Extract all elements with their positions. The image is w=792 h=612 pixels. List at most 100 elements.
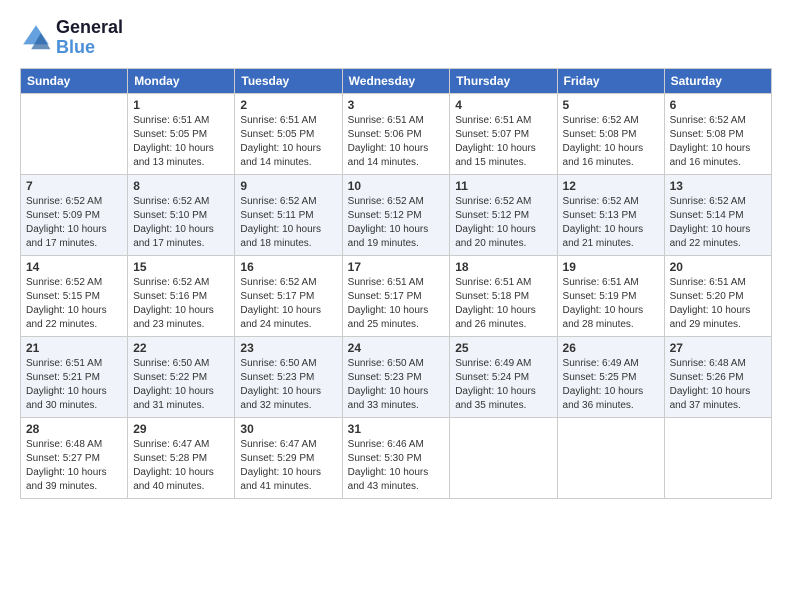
day-number: 31 [348, 422, 445, 436]
day-number: 16 [240, 260, 336, 274]
day-info: Sunrise: 6:52 AM Sunset: 5:08 PM Dayligh… [670, 114, 766, 170]
day-info: Sunrise: 6:47 AM Sunset: 5:28 PM Dayligh… [133, 438, 229, 494]
day-info: Sunrise: 6:52 AM Sunset: 5:17 PM Dayligh… [240, 276, 336, 332]
calendar-cell: 18 Sunrise: 6:51 AM Sunset: 5:18 PM Dayli… [450, 255, 557, 336]
calendar-cell [557, 417, 664, 498]
calendar-cell: 1 Sunrise: 6:51 AM Sunset: 5:05 PM Daylig… [128, 93, 235, 174]
day-info: Sunrise: 6:48 AM Sunset: 5:27 PM Dayligh… [26, 438, 122, 494]
day-number: 17 [348, 260, 445, 274]
calendar-week-0: 1 Sunrise: 6:51 AM Sunset: 5:05 PM Daylig… [21, 93, 772, 174]
weekday-header-saturday: Saturday [664, 68, 771, 93]
day-number: 23 [240, 341, 336, 355]
calendar-cell: 29Sunrise: 6:47 AM Sunset: 5:28 PM Dayli… [128, 417, 235, 498]
calendar-cell: 12 Sunrise: 6:52 AM Sunset: 5:13 PM Dayli… [557, 174, 664, 255]
day-info: Sunrise: 6:48 AM Sunset: 5:26 PM Dayligh… [670, 357, 766, 413]
day-info: Sunrise: 6:51 AM Sunset: 5:21 PM Dayligh… [26, 357, 122, 413]
day-info: Sunrise: 6:52 AM Sunset: 5:11 PM Dayligh… [240, 195, 336, 251]
calendar-cell: 3Sunrise: 6:51 AM Sunset: 5:06 PM Daylig… [342, 93, 450, 174]
weekday-header-wednesday: Wednesday [342, 68, 450, 93]
calendar-cell: 7Sunrise: 6:52 AM Sunset: 5:09 PM Daylig… [21, 174, 128, 255]
calendar-week-4: 28 Sunrise: 6:48 AM Sunset: 5:27 PM Dayli… [21, 417, 772, 498]
day-number: 22 [133, 341, 229, 355]
day-number: 1 [133, 98, 229, 112]
day-number: 13 [670, 179, 766, 193]
header: General Blue [20, 18, 772, 58]
day-number: 28 [26, 422, 122, 436]
day-number: 18 [455, 260, 551, 274]
calendar-cell: 11 Sunrise: 6:52 AM Sunset: 5:12 PM Dayli… [450, 174, 557, 255]
day-number: 30 [240, 422, 336, 436]
calendar-cell: 31 Sunrise: 6:46 AM Sunset: 5:30 PM Dayli… [342, 417, 450, 498]
day-number: 19 [563, 260, 659, 274]
calendar-cell: 14Sunrise: 6:52 AM Sunset: 5:15 PM Dayli… [21, 255, 128, 336]
day-number: 5 [563, 98, 659, 112]
day-info: Sunrise: 6:50 AM Sunset: 5:23 PM Dayligh… [240, 357, 336, 413]
day-number: 15 [133, 260, 229, 274]
day-info: Sunrise: 6:51 AM Sunset: 5:17 PM Dayligh… [348, 276, 445, 332]
day-info: Sunrise: 6:52 AM Sunset: 5:13 PM Dayligh… [563, 195, 659, 251]
weekday-header-row: SundayMondayTuesdayWednesdayThursdayFrid… [21, 68, 772, 93]
calendar-cell [664, 417, 771, 498]
day-info: Sunrise: 6:51 AM Sunset: 5:06 PM Dayligh… [348, 114, 445, 170]
calendar-cell: 28 Sunrise: 6:48 AM Sunset: 5:27 PM Dayli… [21, 417, 128, 498]
day-info: Sunrise: 6:51 AM Sunset: 5:05 PM Dayligh… [133, 114, 229, 170]
calendar-cell: 19 Sunrise: 6:51 AM Sunset: 5:19 PM Dayli… [557, 255, 664, 336]
day-info: Sunrise: 6:47 AM Sunset: 5:29 PM Dayligh… [240, 438, 336, 494]
day-number: 4 [455, 98, 551, 112]
day-number: 6 [670, 98, 766, 112]
calendar-table: SundayMondayTuesdayWednesdayThursdayFrid… [20, 68, 772, 499]
day-info: Sunrise: 6:52 AM Sunset: 5:15 PM Dayligh… [26, 276, 122, 332]
day-info: Sunrise: 6:52 AM Sunset: 5:08 PM Dayligh… [563, 114, 659, 170]
day-number: 20 [670, 260, 766, 274]
calendar-cell: 20 Sunrise: 6:51 AM Sunset: 5:20 PM Dayli… [664, 255, 771, 336]
day-info: Sunrise: 6:51 AM Sunset: 5:07 PM Dayligh… [455, 114, 551, 170]
day-number: 27 [670, 341, 766, 355]
calendar-cell: 26 Sunrise: 6:49 AM Sunset: 5:25 PM Dayli… [557, 336, 664, 417]
calendar-cell: 25 Sunrise: 6:49 AM Sunset: 5:24 PM Dayli… [450, 336, 557, 417]
calendar-week-2: 14Sunrise: 6:52 AM Sunset: 5:15 PM Dayli… [21, 255, 772, 336]
day-info: Sunrise: 6:51 AM Sunset: 5:20 PM Dayligh… [670, 276, 766, 332]
weekday-header-sunday: Sunday [21, 68, 128, 93]
calendar-cell: 23 Sunrise: 6:50 AM Sunset: 5:23 PM Dayli… [235, 336, 342, 417]
weekday-header-monday: Monday [128, 68, 235, 93]
calendar-cell: 30 Sunrise: 6:47 AM Sunset: 5:29 PM Dayli… [235, 417, 342, 498]
calendar-cell: 22Sunrise: 6:50 AM Sunset: 5:22 PM Dayli… [128, 336, 235, 417]
calendar-cell: 21Sunrise: 6:51 AM Sunset: 5:21 PM Dayli… [21, 336, 128, 417]
day-number: 10 [348, 179, 445, 193]
day-info: Sunrise: 6:51 AM Sunset: 5:19 PM Dayligh… [563, 276, 659, 332]
day-info: Sunrise: 6:52 AM Sunset: 5:14 PM Dayligh… [670, 195, 766, 251]
logo: General Blue [20, 18, 123, 58]
weekday-header-friday: Friday [557, 68, 664, 93]
calendar-cell: 13 Sunrise: 6:52 AM Sunset: 5:14 PM Dayli… [664, 174, 771, 255]
calendar-cell: 15 Sunrise: 6:52 AM Sunset: 5:16 PM Dayli… [128, 255, 235, 336]
calendar-cell: 4 Sunrise: 6:51 AM Sunset: 5:07 PM Daylig… [450, 93, 557, 174]
day-number: 7 [26, 179, 122, 193]
day-info: Sunrise: 6:49 AM Sunset: 5:25 PM Dayligh… [563, 357, 659, 413]
calendar-cell: 6 Sunrise: 6:52 AM Sunset: 5:08 PM Daylig… [664, 93, 771, 174]
calendar-cell: 24 Sunrise: 6:50 AM Sunset: 5:23 PM Dayli… [342, 336, 450, 417]
day-number: 26 [563, 341, 659, 355]
day-info: Sunrise: 6:52 AM Sunset: 5:12 PM Dayligh… [455, 195, 551, 251]
day-number: 11 [455, 179, 551, 193]
logo-text: General Blue [56, 18, 123, 58]
calendar-cell: 10 Sunrise: 6:52 AM Sunset: 5:12 PM Dayli… [342, 174, 450, 255]
calendar-cell [450, 417, 557, 498]
calendar-week-3: 21Sunrise: 6:51 AM Sunset: 5:21 PM Dayli… [21, 336, 772, 417]
weekday-header-thursday: Thursday [450, 68, 557, 93]
calendar-cell: 9Sunrise: 6:52 AM Sunset: 5:11 PM Daylig… [235, 174, 342, 255]
calendar-cell: 5 Sunrise: 6:52 AM Sunset: 5:08 PM Daylig… [557, 93, 664, 174]
day-info: Sunrise: 6:52 AM Sunset: 5:10 PM Dayligh… [133, 195, 229, 251]
page: General Blue SundayMondayTuesdayWednesda… [0, 0, 792, 612]
day-number: 25 [455, 341, 551, 355]
day-info: Sunrise: 6:46 AM Sunset: 5:30 PM Dayligh… [348, 438, 445, 494]
day-info: Sunrise: 6:51 AM Sunset: 5:18 PM Dayligh… [455, 276, 551, 332]
calendar-cell [21, 93, 128, 174]
day-info: Sunrise: 6:52 AM Sunset: 5:16 PM Dayligh… [133, 276, 229, 332]
day-info: Sunrise: 6:52 AM Sunset: 5:12 PM Dayligh… [348, 195, 445, 251]
day-info: Sunrise: 6:50 AM Sunset: 5:23 PM Dayligh… [348, 357, 445, 413]
calendar-cell: 16 Sunrise: 6:52 AM Sunset: 5:17 PM Dayli… [235, 255, 342, 336]
day-info: Sunrise: 6:49 AM Sunset: 5:24 PM Dayligh… [455, 357, 551, 413]
day-number: 12 [563, 179, 659, 193]
calendar-cell: 17 Sunrise: 6:51 AM Sunset: 5:17 PM Dayli… [342, 255, 450, 336]
day-number: 24 [348, 341, 445, 355]
